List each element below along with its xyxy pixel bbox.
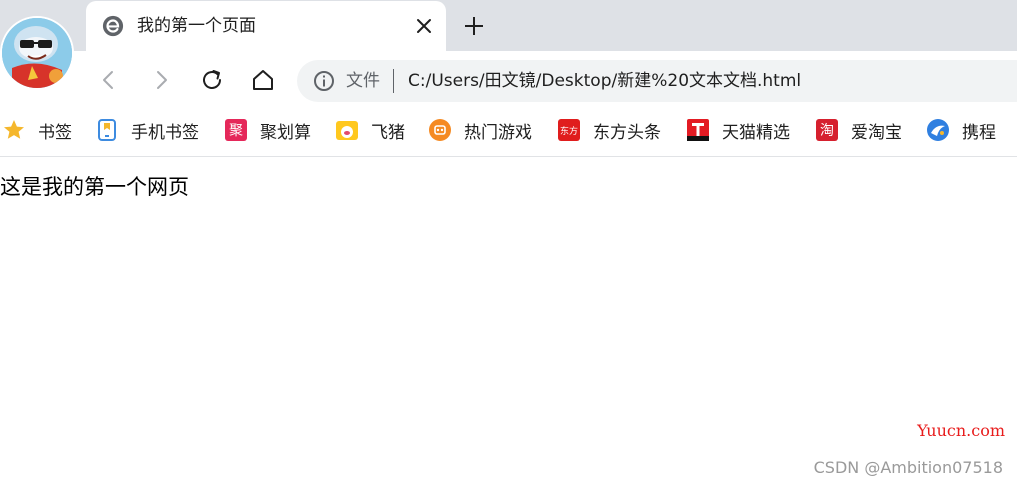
star-icon (4, 120, 24, 139)
bookmark-label: 聚划算 (260, 122, 311, 143)
ctrip-icon (927, 119, 949, 141)
juhuasuan-icon: 聚 (225, 119, 247, 141)
taobao-icon: 淘 (816, 119, 838, 141)
svg-text:聚: 聚 (229, 123, 243, 139)
svg-text:东方: 东方 (560, 125, 578, 137)
scheme-label: 文件 (346, 71, 380, 91)
tab-strip: 我的第一个页面 (0, 0, 1017, 51)
svg-text:淘: 淘 (820, 123, 834, 139)
bookmark-label: 飞猪 (371, 122, 405, 143)
reload-icon[interactable] (199, 67, 225, 93)
bookmark-item-mobile[interactable]: 手机书签 (95, 117, 199, 143)
bookmark-item-dongfang[interactable]: 东方 东方头条 (557, 117, 661, 143)
site-info-icon[interactable] (313, 70, 335, 92)
address-separator (393, 69, 394, 93)
bookmark-item-games[interactable]: 热门游戏 (428, 117, 532, 143)
bookmark-item-tmall[interactable]: 天猫精选 (686, 117, 790, 143)
home-icon[interactable] (250, 67, 276, 93)
back-arrow-icon[interactable] (96, 67, 122, 93)
bookmark-label: 热门游戏 (464, 122, 532, 143)
bookmark-label: 东方头条 (593, 122, 661, 143)
active-tab[interactable]: 我的第一个页面 (86, 1, 446, 51)
bookmark-label: 携程 (962, 122, 996, 143)
bookmark-item-bookmarks[interactable]: 书签 (2, 117, 72, 143)
new-tab-icon[interactable] (462, 14, 486, 38)
forward-arrow-icon[interactable] (148, 67, 174, 93)
tab-title: 我的第一个页面 (137, 16, 256, 36)
bookmark-item-ctrip[interactable]: 携程 (926, 117, 996, 143)
page-body-text: 这是我的第一个网页 (0, 175, 189, 199)
site-watermark: Yuucn.com (917, 421, 1005, 440)
profile-avatar[interactable] (2, 18, 72, 88)
bookmark-label: 天猫精选 (722, 122, 790, 143)
url-text[interactable]: C:/Users/田文镜/Desktop/新建%20文本文档.html (408, 70, 801, 92)
browser-favicon-icon (102, 15, 124, 37)
address-bar[interactable]: 文件 C:/Users/田文镜/Desktop/新建%20文本文档.html (297, 60, 1017, 102)
bookmark-item-fliggy[interactable]: 飞猪 (335, 117, 405, 143)
tmall-icon (687, 119, 709, 141)
bookmark-label: 手机书签 (131, 122, 199, 143)
author-watermark: CSDN @Ambition07518 (813, 458, 1003, 477)
games-icon (429, 119, 451, 141)
bookmark-label: 爱淘宝 (851, 122, 902, 143)
toolbar: 文件 C:/Users/田文镜/Desktop/新建%20文本文档.html (0, 51, 1017, 108)
fliggy-icon (336, 121, 358, 140)
bookmarks-bar: 书签 手机书签 聚 聚划算 飞猪 热门游戏 东方 东方头条 天猫精选 淘 爱淘宝… (0, 108, 1017, 157)
close-tab-icon[interactable] (414, 16, 434, 36)
bookmark-label: 书签 (38, 122, 72, 143)
bookmark-item-juhuasuan[interactable]: 聚 聚划算 (224, 117, 311, 143)
avatar-cartoon-icon (2, 18, 72, 88)
bookmark-item-taobao[interactable]: 淘 爱淘宝 (815, 117, 902, 143)
mobile-bookmark-icon (98, 119, 116, 141)
dongfang-icon: 东方 (558, 119, 580, 141)
